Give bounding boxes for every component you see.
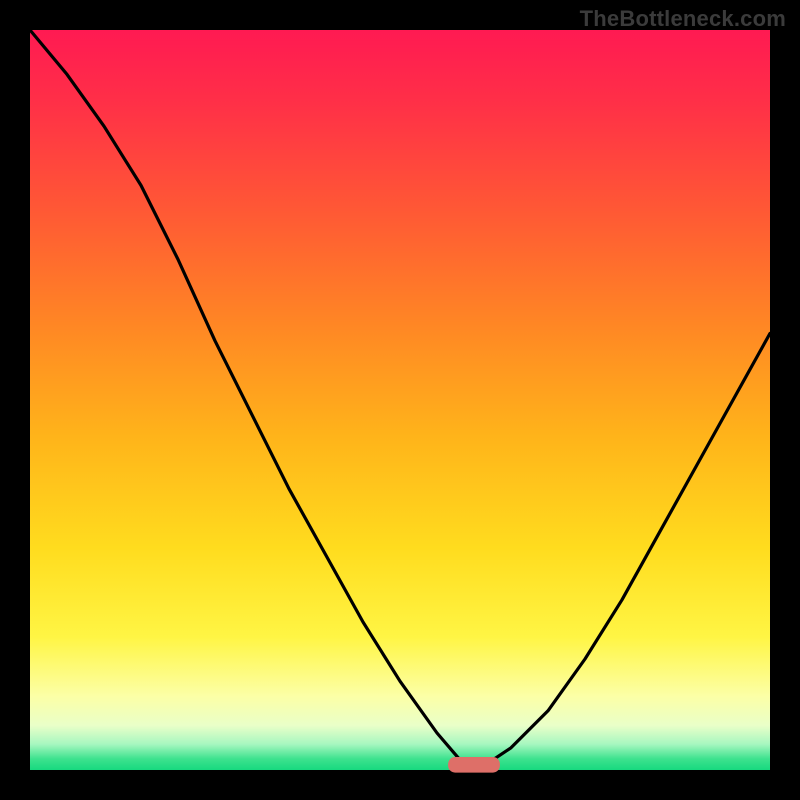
- plot-background: [30, 30, 770, 770]
- optimal-marker: [448, 757, 500, 773]
- watermark-text: TheBottleneck.com: [580, 6, 786, 32]
- bottleneck-chart: [0, 0, 800, 800]
- chart-container: TheBottleneck.com: [0, 0, 800, 800]
